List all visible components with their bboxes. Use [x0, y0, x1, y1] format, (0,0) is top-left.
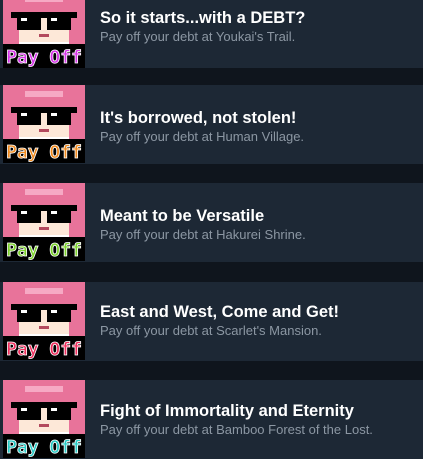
achievement-text: East and West, Come and Get! Pay off you… — [100, 302, 419, 339]
achievement-row[interactable]: Pay Off So it starts...with a DEBT? Pay … — [0, 0, 423, 68]
achievement-title: It's borrowed, not stolen! — [100, 109, 297, 127]
achievement-row[interactable]: Pay Off Fight of Immortality and Eternit… — [0, 380, 423, 459]
achievement-description: Pay off your debt at Hakurei Shrine. — [100, 227, 306, 242]
pay-off-icon: Pay Off — [3, 183, 85, 261]
achievement-text: So it starts...with a DEBT? Pay off your… — [100, 8, 419, 45]
achievement-row[interactable]: Pay Off East and West, Come and Get! Pay… — [0, 282, 423, 361]
achievement-description: Pay off your debt at Scarlet's Mansion. — [100, 323, 322, 338]
achievement-title: East and West, Come and Get! — [100, 303, 339, 321]
pay-off-icon: Pay Off — [3, 0, 85, 68]
achievement-title: Meant to be Versatile — [100, 207, 265, 225]
achievement-text: It's borrowed, not stolen! Pay off your … — [100, 108, 419, 145]
achievement-description: Pay off your debt at Human Village. — [100, 129, 305, 144]
badge-text: Pay Off — [6, 240, 82, 261]
achievement-title: Fight of Immortality and Eternity — [100, 402, 354, 420]
pay-off-icon: Pay Off — [3, 282, 85, 360]
achievement-text: Fight of Immortality and Eternity Pay of… — [100, 401, 419, 438]
pay-off-icon: Pay Off — [3, 380, 85, 458]
achievement-icon: Pay Off — [3, 380, 85, 458]
badge-text: Pay Off — [6, 142, 82, 163]
achievement-row[interactable]: Pay Off Meant to be Versatile Pay off yo… — [0, 183, 423, 262]
achievement-description: Pay off your debt at Youkai's Trail. — [100, 29, 296, 44]
achievement-description: Pay off your debt at Bamboo Forest of th… — [100, 422, 373, 437]
achievement-icon: Pay Off — [3, 183, 85, 261]
badge-text: Pay Off — [6, 437, 82, 458]
achievement-list: Pay Off So it starts...with a DEBT? Pay … — [0, 0, 423, 459]
achievement-text: Meant to be Versatile Pay off your debt … — [100, 206, 419, 243]
badge-text: Pay Off — [6, 47, 82, 68]
achievement-icon: Pay Off — [3, 282, 85, 360]
badge-text: Pay Off — [6, 339, 82, 360]
achievement-icon: Pay Off — [3, 85, 85, 163]
achievement-title: So it starts...with a DEBT? — [100, 9, 306, 27]
achievement-row[interactable]: Pay Off It's borrowed, not stolen! Pay o… — [0, 85, 423, 164]
achievement-icon: Pay Off — [3, 0, 85, 68]
pay-off-icon: Pay Off — [3, 85, 85, 163]
